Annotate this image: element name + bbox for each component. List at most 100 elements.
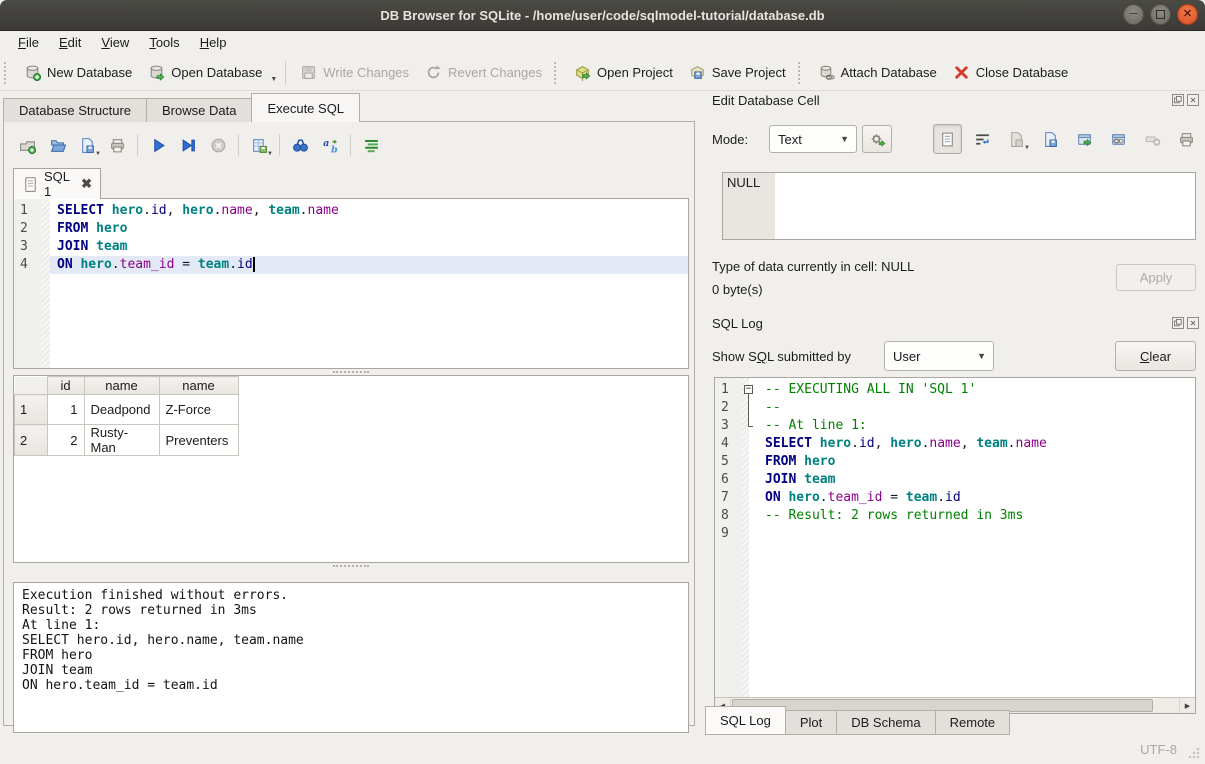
sql-log-dock-buttons: ✕ bbox=[1172, 317, 1199, 329]
save-results-button[interactable]: ▼ bbox=[244, 132, 274, 158]
cell[interactable]: Z-Force bbox=[159, 395, 238, 425]
chevron-down-icon: ▼ bbox=[977, 351, 993, 361]
new-database-button[interactable]: New Database bbox=[16, 59, 140, 86]
tab-plot[interactable]: Plot bbox=[785, 710, 837, 735]
execute-current-line-button[interactable] bbox=[173, 132, 203, 158]
attach-database-label: Attach Database bbox=[841, 65, 937, 81]
sql-code: 1SELECT hero.id, hero.name, team.name2FR… bbox=[14, 199, 688, 274]
line-number: 3 bbox=[14, 238, 41, 256]
column-header[interactable]: name bbox=[159, 377, 238, 395]
menu-tools[interactable]: Tools bbox=[139, 32, 189, 53]
toolbar-handle[interactable] bbox=[554, 62, 560, 84]
float-panel-icon[interactable] bbox=[1172, 94, 1184, 106]
auto-switch-mode-button[interactable] bbox=[862, 125, 892, 153]
row-header[interactable]: 2 bbox=[15, 425, 48, 456]
toolbar-handle[interactable] bbox=[4, 62, 10, 84]
sql-editor[interactable]: 1SELECT hero.id, hero.name, team.name2FR… bbox=[13, 198, 689, 369]
results-pane: idnamename11DeadpondZ-Force22Rusty-ManPr… bbox=[13, 375, 689, 563]
print-sql-button[interactable] bbox=[102, 132, 132, 158]
column-header[interactable]: id bbox=[47, 377, 84, 395]
attach-database-button[interactable]: Attach Database bbox=[810, 59, 945, 86]
svg-text:b: b bbox=[331, 144, 338, 154]
row-header[interactable]: 1 bbox=[15, 395, 48, 425]
float-panel-icon[interactable] bbox=[1172, 317, 1184, 329]
cell-value-editor[interactable]: NULL bbox=[722, 172, 1196, 240]
open-database-button[interactable]: Open Database bbox=[140, 59, 270, 86]
tab-remote[interactable]: Remote bbox=[935, 710, 1011, 735]
cell[interactable]: 1 bbox=[47, 395, 84, 425]
log-source-select[interactable]: User ▼ bbox=[884, 341, 994, 371]
splitter-results-message[interactable] bbox=[13, 563, 689, 569]
fold-marker bbox=[742, 399, 758, 417]
write-changes-label: Write Changes bbox=[323, 65, 409, 81]
word-wrap-button[interactable] bbox=[969, 125, 996, 153]
tab-execute-sql[interactable]: Execute SQL bbox=[251, 93, 360, 122]
close-database-button[interactable]: Close Database bbox=[945, 59, 1077, 86]
encoding-indicator: UTF-8 bbox=[1140, 742, 1177, 757]
open-in-external-icon bbox=[1076, 131, 1093, 148]
tab-sql-log[interactable]: SQL Log bbox=[705, 706, 786, 735]
column-header[interactable]: name bbox=[84, 377, 159, 395]
save-sql-file-button[interactable]: ▼ bbox=[72, 132, 102, 158]
cell-type-text: Type of data currently in cell: NULL bbox=[712, 259, 914, 274]
close-panel-icon[interactable]: ✕ bbox=[1187, 317, 1199, 329]
close-panel-icon[interactable]: ✕ bbox=[1187, 94, 1199, 106]
toolbar-handle[interactable] bbox=[798, 62, 804, 84]
export-data-button[interactable] bbox=[1037, 125, 1064, 153]
table-row: 22Rusty-ManPreventers bbox=[15, 425, 239, 456]
tab-database-structure[interactable]: Database Structure bbox=[3, 98, 147, 122]
menu-view[interactable]: View bbox=[91, 32, 139, 53]
resize-grip[interactable] bbox=[1187, 746, 1201, 760]
cell[interactable]: Preventers bbox=[159, 425, 238, 456]
minimize-button[interactable]: ─ bbox=[1123, 4, 1144, 25]
sql-editor-tab[interactable]: SQL 1 ✖ bbox=[13, 168, 101, 199]
execute-all-button[interactable] bbox=[143, 132, 173, 158]
close-sql-tab-icon[interactable]: ✖ bbox=[81, 176, 92, 192]
gear-icon bbox=[869, 131, 886, 148]
close-button[interactable]: ✕ bbox=[1177, 4, 1198, 25]
open-database-dropdown-icon[interactable]: ▼ bbox=[270, 76, 277, 84]
clear-log-button[interactable]: Clear bbox=[1115, 341, 1196, 371]
cell[interactable]: Deadpond bbox=[84, 395, 159, 425]
code-line: 6JOIN team bbox=[715, 471, 1195, 489]
save-project-button[interactable]: Save Project bbox=[681, 59, 794, 86]
cell[interactable]: Rusty-Man bbox=[84, 425, 159, 456]
titlebar[interactable]: DB Browser for SQLite - /home/user/code/… bbox=[0, 0, 1205, 31]
sql-log-view[interactable]: 1−-- EXECUTING ALL IN 'SQL 1'2--3-- At l… bbox=[714, 377, 1196, 714]
menu-file[interactable]: File bbox=[8, 32, 49, 53]
execute-sql-pane: ▼ ▼ ab SQL 1 ✖ 1SELECT hero.id, hero.name,… bbox=[3, 121, 695, 726]
code-line: 4ON hero.team_id = team.id bbox=[14, 256, 688, 274]
tab-browse-data[interactable]: Browse Data bbox=[146, 98, 252, 122]
cell[interactable]: 2 bbox=[47, 425, 84, 456]
dropdown-arrow-icon[interactable]: ▼ bbox=[95, 151, 101, 158]
menu-help[interactable]: Help bbox=[190, 32, 237, 53]
text-mode-button[interactable] bbox=[933, 124, 962, 154]
corner-cell bbox=[15, 377, 48, 395]
stop-execution-button bbox=[203, 132, 233, 158]
line-number: 5 bbox=[715, 453, 742, 471]
menu-edit[interactable]: Edit bbox=[49, 32, 91, 53]
chevron-down-icon: ▼ bbox=[840, 134, 856, 144]
scroll-right-icon[interactable]: ▶ bbox=[1179, 698, 1195, 713]
open-project-button[interactable]: Open Project bbox=[566, 59, 681, 86]
code-line: 9 bbox=[715, 525, 1195, 543]
toolbar-separator bbox=[279, 134, 280, 156]
maximize-button[interactable] bbox=[1150, 4, 1171, 25]
main-toolbar: New DatabaseOpen Database▼Write ChangesR… bbox=[0, 55, 1205, 91]
open-sql-file-button[interactable] bbox=[42, 132, 72, 158]
write-changes-icon bbox=[300, 64, 317, 81]
fold-collapse-icon[interactable]: − bbox=[744, 385, 753, 394]
tab-db-schema[interactable]: DB Schema bbox=[836, 710, 935, 735]
dropdown-arrow-icon[interactable]: ▼ bbox=[267, 151, 273, 158]
find-replace-button[interactable]: ab bbox=[315, 132, 345, 158]
print-cell-icon bbox=[1178, 131, 1195, 148]
find-button[interactable] bbox=[285, 132, 315, 158]
copy-link-button[interactable] bbox=[1105, 125, 1132, 153]
log-code: 1−-- EXECUTING ALL IN 'SQL 1'2--3-- At l… bbox=[715, 378, 1195, 543]
open-sql-tab-button[interactable] bbox=[12, 132, 42, 158]
print-cell-button[interactable] bbox=[1173, 125, 1200, 153]
format-sql-button[interactable] bbox=[356, 132, 386, 158]
code-text: JOIN team bbox=[758, 471, 1195, 489]
mode-select[interactable]: Text ▼ bbox=[769, 125, 857, 153]
open-in-external-button[interactable] bbox=[1071, 125, 1098, 153]
